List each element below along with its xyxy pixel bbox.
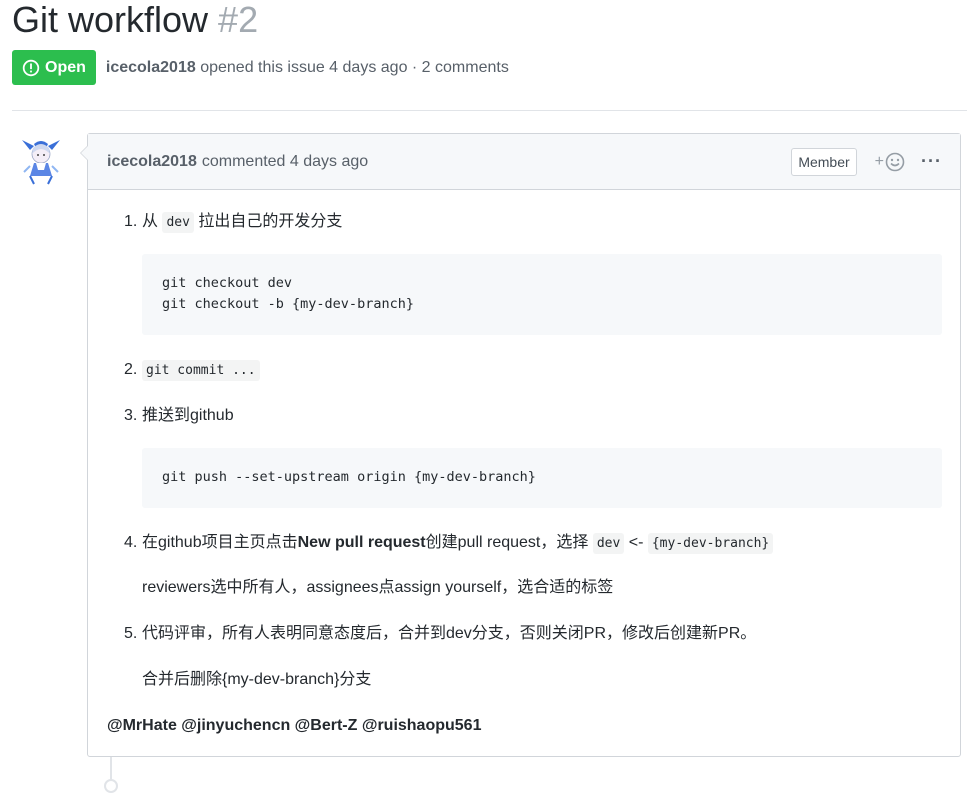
issue-opened-icon — [22, 59, 40, 76]
code-line: git checkout -b {my-dev-branch} — [162, 296, 414, 312]
inline-code: {my-dev-branch} — [647, 533, 774, 554]
list-number: 3. — [124, 407, 138, 424]
code-line: git push --set-upstream origin {my-dev-b… — [162, 469, 536, 485]
item4-text-pre: 在github项目主页点击 — [142, 534, 298, 551]
list-item-2: 2. git commit ... — [124, 359, 260, 382]
code-block-checkout[interactable]: git checkout dev git checkout -b {my-dev-… — [142, 254, 942, 335]
issue-meta: icecola2018 opened this issue 4 days ago… — [106, 59, 509, 77]
code-block-push[interactable]: git push --set-upstream origin {my-dev-b… — [142, 448, 942, 508]
issue-opened-text: opened this issue 4 days ago · 2 comment… — [200, 58, 509, 76]
issue-number: #2 — [218, 0, 259, 40]
item3-text: 推送到github — [142, 407, 234, 424]
item1-text-pre: 从 — [142, 213, 163, 230]
issue-title: Git workflow #2 — [12, 0, 258, 46]
inline-code: git commit ... — [142, 360, 260, 381]
state-badge: Open — [12, 50, 96, 85]
plus-icon: + — [874, 152, 885, 170]
comment-box: icecola2018 commented 4 days ago Member … — [80, 133, 961, 757]
item4-line2: reviewers选中所有人，assignees点assign yourself… — [142, 579, 614, 596]
inline-code: dev — [162, 212, 194, 233]
item4-arrow: <- — [624, 534, 648, 551]
user-avatar[interactable] — [16, 132, 66, 190]
member-label: Member — [791, 147, 857, 176]
list-number: 1. — [124, 213, 138, 230]
item5-line2: 合并后删除{my-dev-branch}分支 — [142, 671, 372, 688]
comment-header: icecola2018 commented 4 days ago Member … — [88, 134, 960, 190]
list-item-1: 1. 从 dev 拉出自己的开发分支 — [124, 211, 342, 234]
state-label: Open — [45, 58, 86, 76]
code-line: git checkout dev — [162, 275, 293, 291]
list-number: 5. — [124, 625, 138, 642]
comment-time[interactable]: commented 4 days ago — [202, 153, 368, 171]
mentions[interactable]: @MrHate @jinyuchencn @Bert-Z @ruishaopu5… — [107, 715, 481, 737]
list-number: 4. — [124, 534, 138, 551]
item4-text-mid: 创建pull request，选择 — [425, 534, 593, 551]
item5-text: 代码评审，所有人表明同意态度后，合并到dev分支，否则关闭PR，修改后创建新PR… — [142, 625, 757, 642]
issue-title-text: Git workflow — [12, 0, 209, 40]
list-item-4: 4. 在github项目主页点击New pull request创建pull re… — [124, 532, 774, 555]
list-number: 2. — [124, 361, 138, 378]
issue-meta-row: Open icecola2018 opened this issue 4 day… — [12, 50, 509, 85]
comment-author-link[interactable]: icecola2018 — [107, 153, 197, 171]
item4-bold-text: New pull request — [297, 534, 426, 551]
issue-author-link[interactable]: icecola2018 — [106, 59, 196, 76]
item1-text-post: 拉出自己的开发分支 — [193, 213, 343, 230]
header-divider — [12, 110, 967, 111]
smiley-icon — [885, 152, 905, 171]
inline-code: dev — [592, 533, 625, 554]
add-reaction-button[interactable]: + — [875, 152, 905, 172]
timeline-dot — [104, 779, 118, 793]
more-options-button[interactable]: ··· — [921, 151, 942, 172]
list-item-3: 3. 推送到github — [124, 405, 234, 427]
comment-header-actions: Member + ··· — [791, 147, 942, 176]
list-item-5: 5. 代码评审，所有人表明同意态度后，合并到dev分支，否则关闭PR，修改后创建新… — [124, 623, 756, 645]
